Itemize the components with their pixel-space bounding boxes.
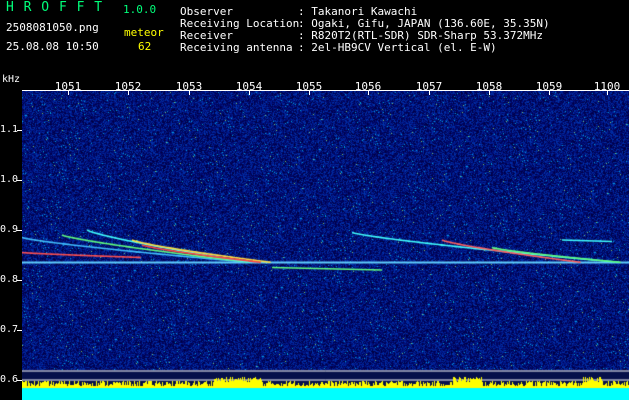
x-tick-mark <box>607 90 608 95</box>
header-panel: H R O F F T 1.0.0 2508081050.png 25.08.0… <box>0 0 629 78</box>
app-version: 1.0.0 <box>123 3 157 16</box>
y-tick-mark <box>17 180 22 181</box>
x-tick-mark <box>249 90 250 95</box>
y-tick-mark <box>17 280 22 281</box>
x-tick-mark <box>309 90 310 95</box>
x-axis-line <box>22 90 629 91</box>
meteor-label: meteor <box>124 26 164 39</box>
x-tick-mark <box>368 90 369 95</box>
y-tick-mark <box>17 230 22 231</box>
x-tick-mark <box>128 90 129 95</box>
info-value-antenna: : 2el-HB9CV Vertical (el. E-W) <box>298 41 497 54</box>
y-tick-mark <box>17 130 22 131</box>
y-tick-mark <box>17 380 22 381</box>
y-tick-mark <box>17 330 22 331</box>
x-tick-mark <box>429 90 430 95</box>
date-time: 25.08.08 10:50 <box>6 40 99 53</box>
y-axis: 1.1 1.0 0.9 0.8 0.7 0.6 <box>0 90 22 400</box>
x-tick-mark <box>189 90 190 95</box>
info-key-antenna: Receiving antenna <box>180 41 293 54</box>
x-tick-mark <box>489 90 490 95</box>
app-name: H R O F F T <box>6 0 104 15</box>
x-tick-mark <box>68 90 69 95</box>
spectrogram-canvas <box>22 90 629 400</box>
meteor-count: 62 <box>138 40 152 53</box>
file-name: 2508081050.png <box>6 21 99 34</box>
x-tick-mark <box>549 90 550 95</box>
y-axis-unit: kHz <box>2 74 21 85</box>
